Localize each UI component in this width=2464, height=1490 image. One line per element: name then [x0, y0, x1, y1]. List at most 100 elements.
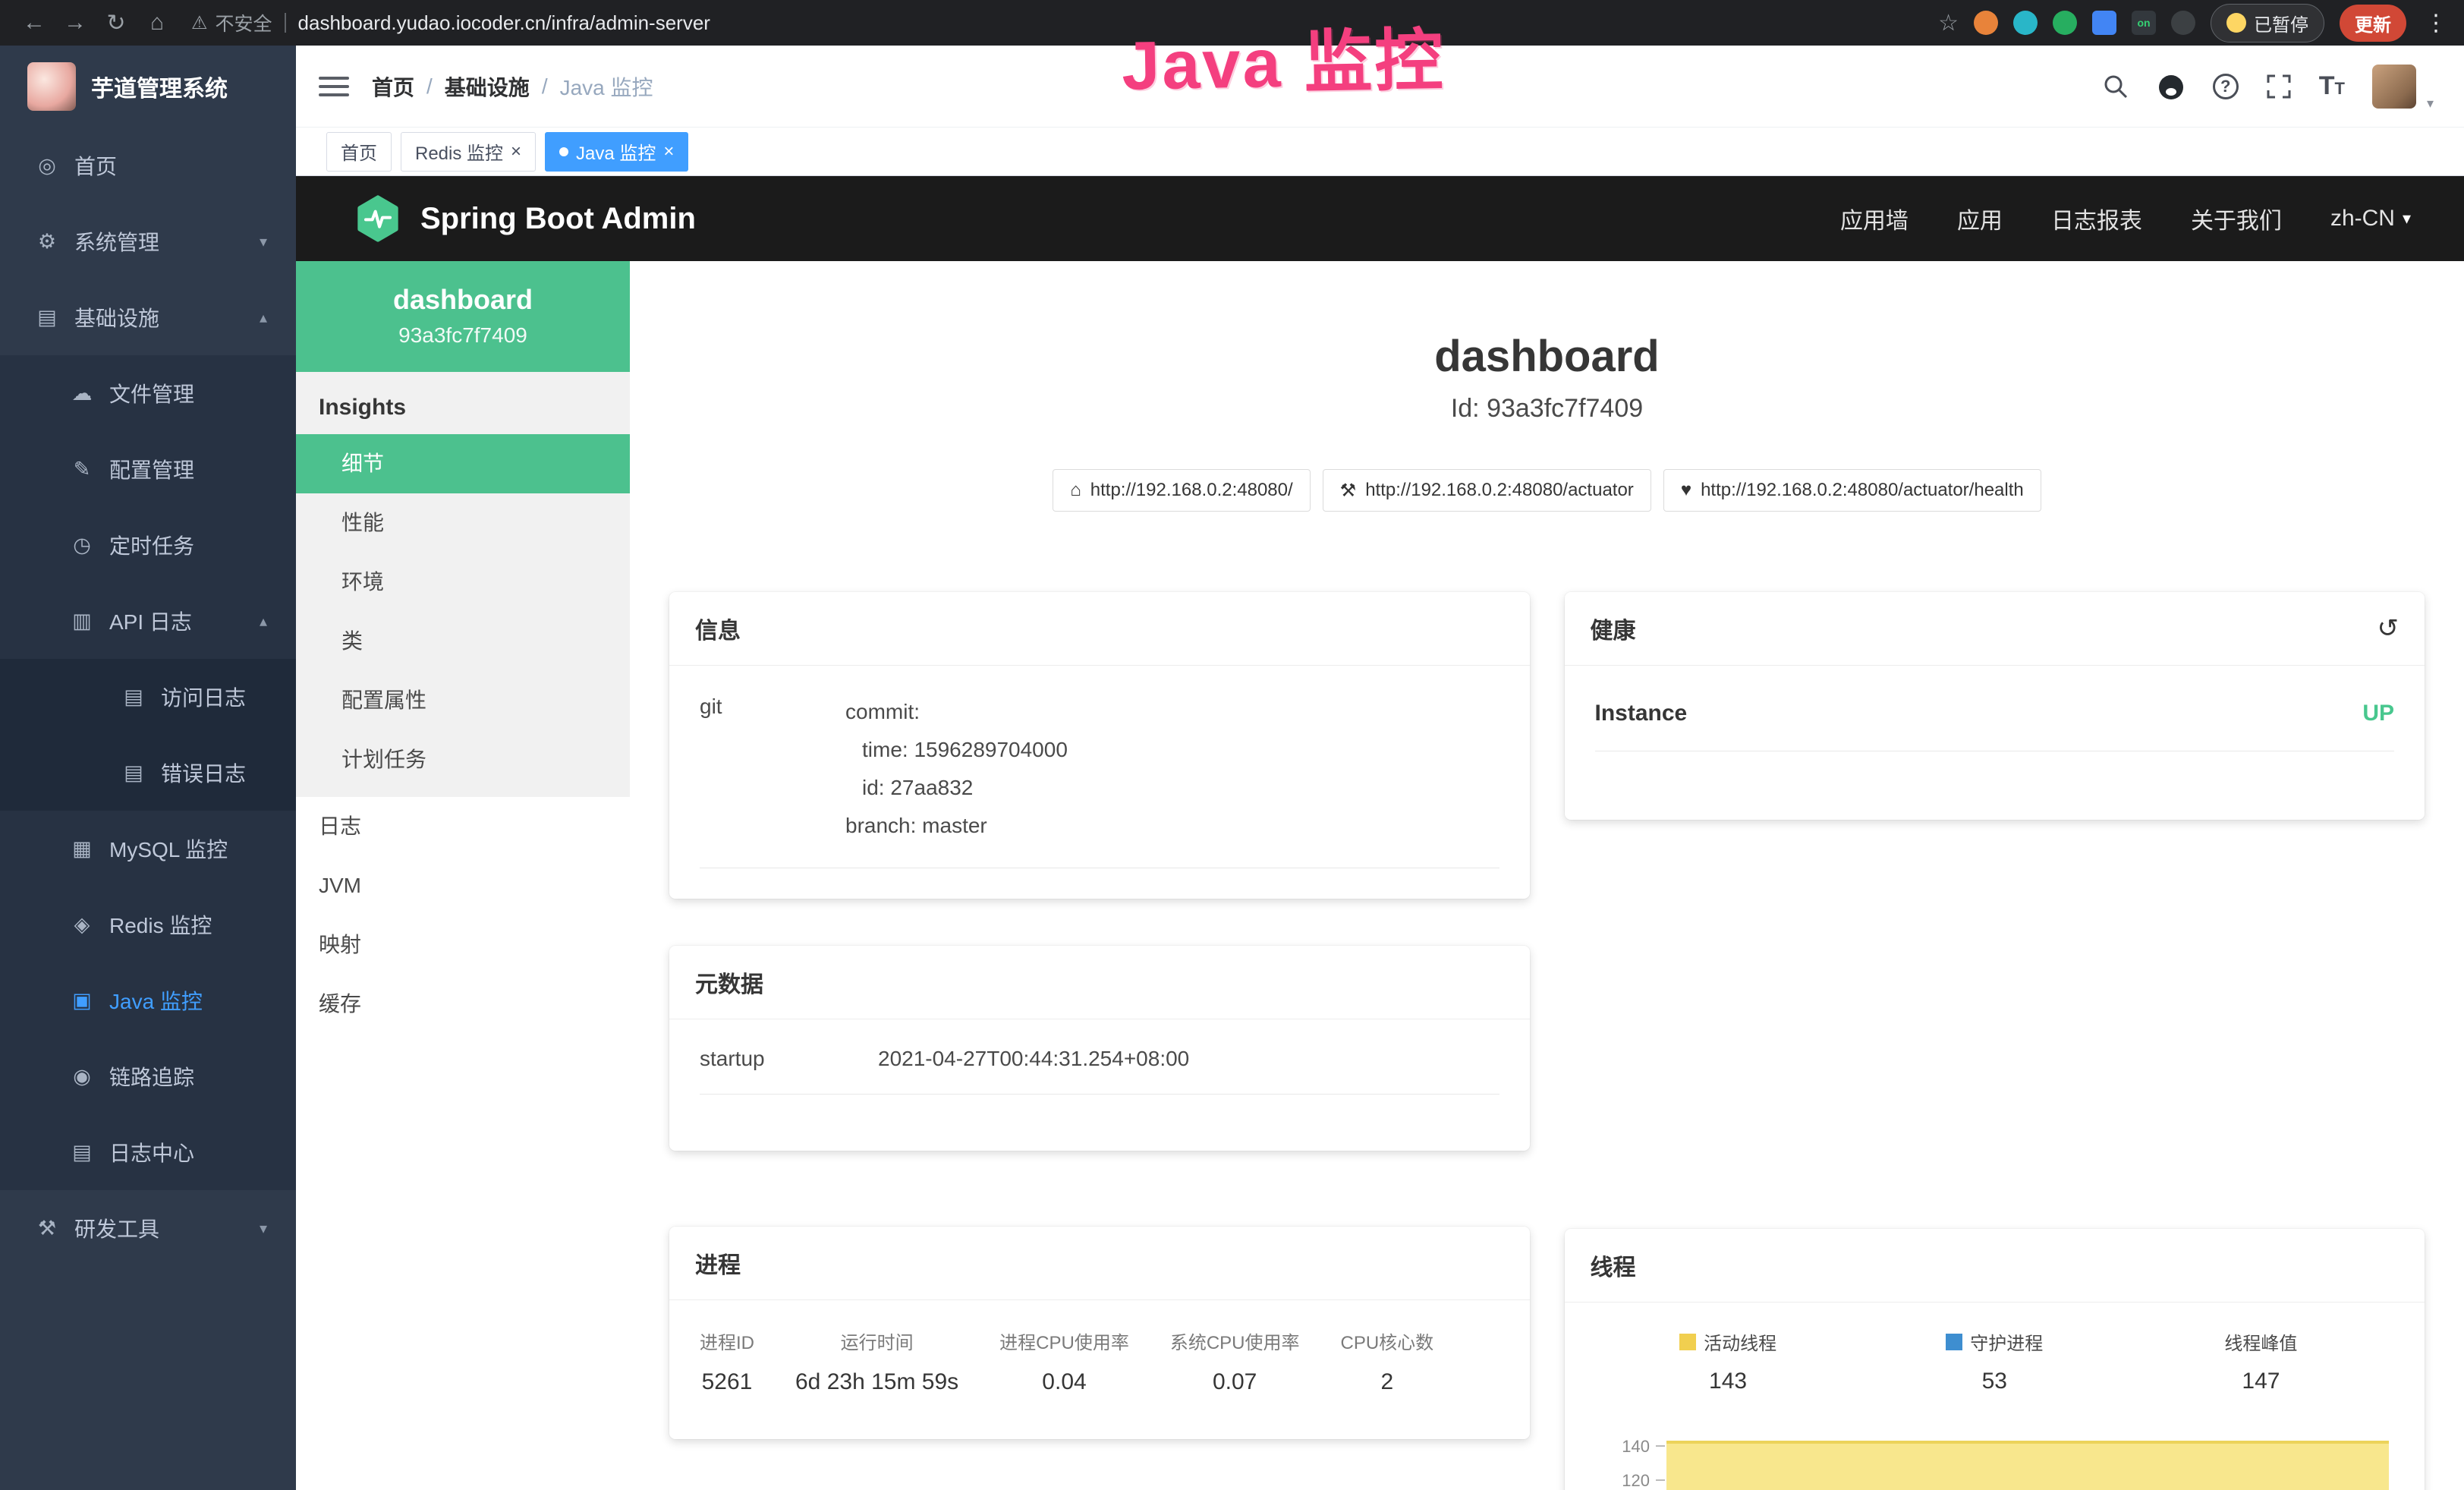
insights-group-title: Insights [296, 372, 630, 434]
tab-home[interactable]: 首页 [326, 132, 392, 172]
sba-nav-applications[interactable]: 应用 [1957, 202, 2003, 235]
page-title: dashboard [630, 331, 2464, 382]
legend-peak-threads: 线程峰值 147 [2128, 1328, 2394, 1394]
sidebar-item-label: Java 监控 [109, 985, 203, 1016]
insights-group: Insights 细节 性能 环境 类 配置属性 计划任务 [296, 372, 630, 797]
tab-java-monitor[interactable]: Java 监控 × [545, 132, 688, 172]
sidebar-item-java-monitor[interactable]: ▣ Java 监控 [0, 962, 296, 1038]
sidebar-item-label: MySQL 监控 [109, 833, 228, 864]
heart-icon: ♥ [1681, 480, 1691, 501]
browser-menu-icon[interactable]: ⋮ [2425, 10, 2447, 36]
extension-icon-1[interactable] [1974, 11, 1998, 35]
sba-locale-select[interactable]: zh-CN ▾ [2330, 206, 2411, 232]
col-value: 2 [1341, 1369, 1434, 1395]
sba-nav-journal[interactable]: 日志报表 [2051, 202, 2142, 235]
health-instance-row[interactable]: Instance UP [1595, 688, 2395, 751]
fullscreen-icon[interactable] [2266, 74, 2292, 99]
browser-home-icon[interactable]: ⌂ [140, 10, 175, 36]
sidebar-item-redis-monitor[interactable]: ◈ Redis 监控 [0, 887, 296, 962]
live-threads-swatch [1679, 1334, 1696, 1350]
sba-side-item-mappings[interactable]: 映射 [296, 915, 630, 975]
font-size-icon[interactable]: TT [2319, 71, 2345, 101]
avatar[interactable] [2372, 65, 2416, 109]
extension-icon-6[interactable] [2171, 11, 2195, 35]
extension-icon-4[interactable] [2092, 11, 2116, 35]
breadcrumb-infrastructure[interactable]: 基础设施 [445, 71, 530, 102]
sidebar-item-trace[interactable]: ◉ 链路追踪 [0, 1038, 296, 1114]
col-value: 5261 [700, 1369, 754, 1395]
metadata-card: 元数据 startup 2021-04-27T00:44:31.254+08:0… [669, 946, 1530, 1151]
git-commit-line: commit: [845, 693, 1068, 731]
instance-links: ⌂ http://192.168.0.2:48080/ ⚒ http://192… [630, 469, 2464, 512]
sba-side-item-classes[interactable]: 类 [296, 612, 630, 671]
sidebar-item-scheduled-jobs[interactable]: ◷ 定时任务 [0, 507, 296, 583]
status-badge: UP [2362, 701, 2394, 726]
database-icon: ▦ [68, 837, 96, 861]
gear-icon: ⚙ [33, 230, 61, 254]
metadata-key: startup [700, 1047, 878, 1071]
col-header: 系统CPU使用率 [1170, 1328, 1300, 1354]
service-url-button[interactable]: ⌂ http://192.168.0.2:48080/ [1053, 469, 1310, 512]
col-header: 运行时间 [795, 1328, 958, 1354]
reload-icon[interactable]: ↻ [99, 10, 134, 36]
sba-side-item-environment[interactable]: 环境 [296, 553, 630, 612]
close-icon[interactable]: × [511, 141, 521, 162]
sba-instance-sidebar: dashboard 93a3fc7f7409 Insights 细节 性能 环境… [296, 261, 630, 1490]
update-button[interactable]: 更新 [2340, 5, 2406, 42]
sidebar-item-label: 错误日志 [161, 758, 246, 788]
back-icon[interactable]: ← [17, 10, 52, 36]
app-sidebar: 芋道管理系统 ◎ 首页 ⚙ 系统管理 ▾ ▤ 基础设施 ▴ ☁ 文件管理 ✎ [0, 46, 296, 1490]
sba-side-item-caches[interactable]: 缓存 [296, 975, 630, 1034]
extension-icon-2[interactable] [2013, 11, 2038, 35]
sidebar-item-access-logs[interactable]: ▤ 访问日志 [0, 659, 296, 735]
info-key: git [700, 693, 845, 845]
history-icon[interactable]: ↺ [2377, 613, 2399, 644]
extension-on-icon[interactable]: on [2132, 11, 2156, 35]
sba-nav-about[interactable]: 关于我们 [2191, 202, 2282, 235]
github-icon[interactable] [2157, 72, 2186, 101]
sidebar-item-config-management[interactable]: ✎ 配置管理 [0, 431, 296, 507]
sidebar-item-mysql-monitor[interactable]: ▦ MySQL 监控 [0, 811, 296, 887]
close-icon[interactable]: × [663, 141, 674, 162]
hamburger-icon[interactable] [319, 77, 349, 96]
url-text[interactable]: dashboard.yudao.iocoder.cn/infra/admin-s… [298, 11, 710, 35]
metadata-row: startup 2021-04-27T00:44:31.254+08:00 [700, 1042, 1499, 1095]
address-bar[interactable]: ⚠ 不安全 dashboard.yudao.iocoder.cn/infra/a… [191, 9, 1932, 36]
sidebar-item-error-logs[interactable]: ▤ 错误日志 [0, 735, 296, 811]
tab-redis-monitor[interactable]: Redis 监控 × [401, 132, 536, 172]
avatar-caret-icon[interactable]: ▾ [2427, 96, 2434, 112]
sidebar-item-dev-tools[interactable]: ⚒ 研发工具 ▾ [0, 1190, 296, 1266]
sba-side-item-scheduled-tasks[interactable]: 计划任务 [296, 730, 630, 789]
git-time-line: time: 1596289704000 [845, 731, 1068, 769]
spring-boot-admin-frame: Spring Boot Admin 应用墙 应用 日志报表 关于我们 zh-CN… [296, 176, 2464, 1490]
sba-nav-wallboard[interactable]: 应用墙 [1840, 202, 1909, 235]
sba-side-item-logging[interactable]: 日志 [296, 797, 630, 856]
sidebar-item-file-management[interactable]: ☁ 文件管理 [0, 355, 296, 431]
chevron-down-icon: ▾ [2403, 209, 2411, 228]
breadcrumb-home[interactable]: 首页 [372, 71, 414, 102]
sba-side-item-details[interactable]: 细节 [296, 434, 630, 493]
extension-icon-3[interactable] [2053, 11, 2077, 35]
search-icon[interactable] [2102, 73, 2129, 100]
forward-icon[interactable]: → [58, 10, 93, 36]
bookmark-star-icon[interactable]: ☆ [1938, 10, 1959, 36]
sba-side-item-jvm[interactable]: JVM [296, 856, 630, 915]
help-icon[interactable]: ? [2213, 74, 2239, 99]
legend-label: 守护进程 [1970, 1328, 2043, 1355]
sidebar-item-label: 首页 [74, 150, 117, 181]
sidebar-item-home[interactable]: ◎ 首页 [0, 128, 296, 203]
sidebar-item-api-logs[interactable]: ▥ API 日志 ▴ [0, 583, 296, 659]
sidebar-item-system-management[interactable]: ⚙ 系统管理 ▾ [0, 203, 296, 279]
sba-side-item-config-props[interactable]: 配置属性 [296, 671, 630, 730]
health-url-button[interactable]: ♥ http://192.168.0.2:48080/actuator/heal… [1663, 469, 2041, 512]
dashboard-icon: ◎ [33, 154, 61, 178]
sidebar-item-infrastructure[interactable]: ▤ 基础设施 ▴ [0, 279, 296, 355]
actuator-url-button[interactable]: ⚒ http://192.168.0.2:48080/actuator [1323, 469, 1651, 512]
infrastructure-icon: ▤ [33, 306, 61, 329]
paused-badge[interactable]: 已暂停 [2211, 4, 2324, 43]
not-secure-label[interactable]: 不安全 [216, 9, 272, 36]
sidebar-item-log-center[interactable]: ▤ 日志中心 [0, 1114, 296, 1190]
sba-side-item-metrics[interactable]: 性能 [296, 493, 630, 553]
tags-bar: 首页 Redis 监控 × Java 监控 × [296, 128, 2464, 176]
address-separator [285, 13, 286, 33]
